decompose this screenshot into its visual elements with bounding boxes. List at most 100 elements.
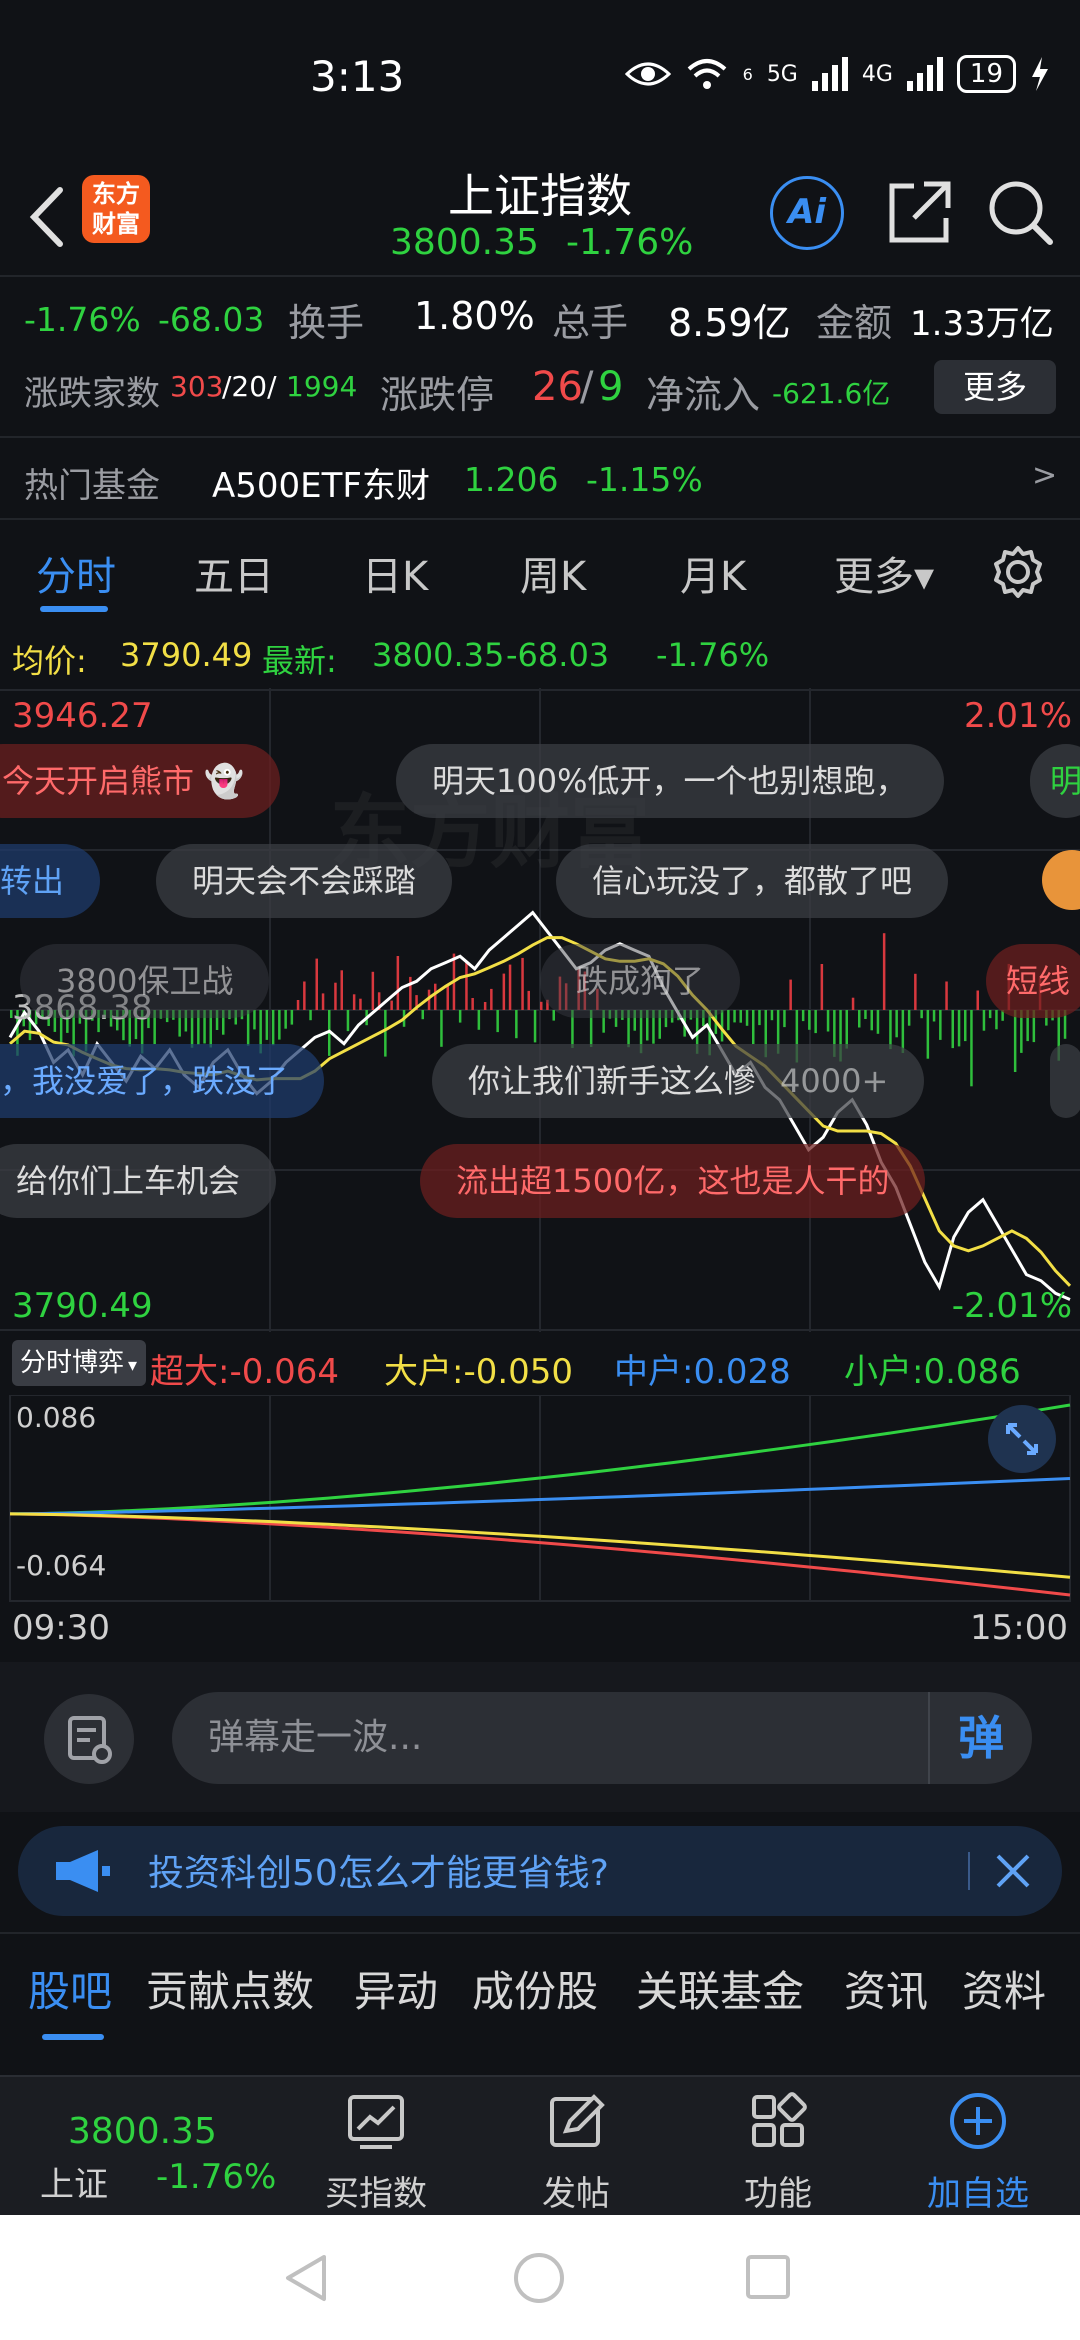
promo-text[interactable]: 投资科创50怎么才能更省钱? bbox=[148, 1844, 609, 1896]
volume-bar-down bbox=[346, 1010, 350, 1032]
danmaku-bubble[interactable]: 3800保卫战 bbox=[20, 944, 270, 1018]
volume-bar-down bbox=[951, 1010, 954, 1049]
volume-bar-down bbox=[533, 1010, 537, 1043]
expand-icon[interactable] bbox=[986, 1403, 1058, 1475]
volume-bar-down bbox=[964, 1010, 967, 1042]
volume-bar-down bbox=[982, 1010, 986, 1031]
danmaku-bubble[interactable]: 信心玩没了，都散了吧 bbox=[556, 844, 949, 918]
stat-amount-label: 金额 bbox=[816, 301, 893, 345]
tab-guba[interactable]: 股吧 bbox=[28, 1958, 112, 2019]
fund-flow-legend: 超大:-0.064 大户:-0.050 中户:0.028 小户:0.086 bbox=[0, 1336, 1080, 1392]
danmaku-input[interactable]: 弹幕走一波... bbox=[172, 1692, 1032, 1784]
volume-bar-down bbox=[440, 1010, 443, 1047]
stat-net-flow: -621.6亿 bbox=[772, 377, 891, 410]
volume-bar-down bbox=[284, 1010, 287, 1029]
volume-bar-up bbox=[820, 964, 824, 1010]
stats-row-1: -1.76% -68.03 换手 1.80% 总手 8.59亿 金额 1.33万… bbox=[0, 286, 1080, 356]
intraday-chart[interactable]: 东方财富 3946.27 2.01% 3868.38 3790.49 -2.01… bbox=[0, 688, 1080, 1332]
chart-icon bbox=[348, 2095, 404, 2149]
divider bbox=[968, 1852, 970, 1890]
bottom-nav: 3800.35 上证 -1.76% 买指数 发帖 功能 加自选 bbox=[0, 2075, 1080, 2215]
nav-post[interactable]: 发帖 bbox=[506, 2091, 646, 2215]
tab-related-funds[interactable]: 关联基金 bbox=[636, 1958, 804, 2019]
fund-flow-svg bbox=[9, 1395, 1071, 1602]
tab-intraday[interactable]: 分时 bbox=[36, 544, 116, 602]
close-icon[interactable] bbox=[994, 1852, 1032, 1890]
danmaku-bubble[interactable]: 今天开启熊市 👻 bbox=[0, 744, 281, 818]
volume-bar-up bbox=[976, 990, 979, 1010]
danmaku-bubble[interactable]: ，我没爱了，跌没了 bbox=[0, 1044, 325, 1118]
latest-value: 3800.35 bbox=[372, 636, 505, 674]
time-end-label: 15:00 bbox=[970, 1608, 1068, 1648]
danmaku-bubble[interactable]: 转出 bbox=[0, 844, 101, 918]
flow-min-label: -0.064 bbox=[16, 1549, 107, 1582]
nav-functions[interactable]: 功能 bbox=[708, 2091, 848, 2215]
tab-weekly-k[interactable]: 周K bbox=[520, 544, 586, 602]
danmaku-bubble[interactable] bbox=[1050, 1044, 1080, 1118]
settings-gear-icon[interactable] bbox=[990, 544, 1046, 600]
volume-bar-up bbox=[521, 957, 524, 1010]
nav-add-watchlist[interactable]: 加自选 bbox=[908, 2091, 1048, 2215]
hot-fund-row[interactable]: 热门基金 A500ETF东财 1.206 -1.15% > bbox=[0, 440, 1080, 516]
tab-movement[interactable]: 异动 bbox=[354, 1958, 438, 2019]
tab-five-day[interactable]: 五日 bbox=[194, 544, 274, 602]
share-icon[interactable] bbox=[884, 178, 954, 248]
stat-limit-label: 涨跌停 bbox=[380, 373, 495, 417]
danmaku-bubble[interactable]: 明天会不会踩踏 bbox=[156, 844, 453, 918]
stat-turnover-label: 换手 bbox=[288, 301, 365, 345]
more-stats-button[interactable]: 更多 bbox=[934, 360, 1056, 414]
volume-bar-down bbox=[739, 1010, 742, 1023]
danmaku-settings-icon[interactable] bbox=[44, 1694, 134, 1784]
hot-fund-label: 热门基金 bbox=[24, 466, 160, 506]
app-logo[interactable]: 东方财富 bbox=[82, 175, 150, 243]
nav-price: 3800.35 bbox=[68, 2111, 217, 2152]
promo-banner[interactable]: 投资科创50怎么才能更省钱? bbox=[18, 1826, 1062, 1916]
volume-bar-up bbox=[490, 988, 493, 1010]
stat-net-flow-label: 净流入 bbox=[646, 373, 761, 417]
volume-bar-down bbox=[477, 1010, 481, 1030]
search-icon[interactable] bbox=[984, 176, 1056, 248]
wifi-icon bbox=[687, 59, 726, 89]
danmaku-text: 明天100%低开，一个也别想跑， bbox=[432, 762, 908, 800]
tab-contribution[interactable]: 贡献点数 bbox=[146, 1958, 314, 2019]
index-quote-summary[interactable]: 3800.35 上证 -1.76% bbox=[0, 2077, 300, 2217]
system-back-icon[interactable] bbox=[282, 2253, 332, 2303]
danmaku-bubble[interactable]: 流出超1500亿，这也是人干的 bbox=[420, 1144, 926, 1218]
volume-bar-down bbox=[727, 1010, 730, 1031]
header: 上证指数 东方财富 3800.35 -1.76% Ai bbox=[0, 160, 1080, 275]
tab-news[interactable]: 资讯 bbox=[844, 1958, 928, 2019]
danmaku-send-button[interactable]: 弹 bbox=[928, 1692, 1032, 1784]
tab-monthly-k[interactable]: 月K bbox=[680, 544, 746, 602]
add-circle-icon bbox=[950, 2093, 1006, 2149]
volume-bar-down bbox=[858, 1010, 861, 1028]
volume-bar-down bbox=[801, 1010, 805, 1022]
danmaku-text: 明 bbox=[1050, 762, 1080, 800]
tab-daily-k[interactable]: 日K bbox=[362, 544, 428, 602]
danmaku-bubble[interactable]: 你让我们新手这么慘 4000+ bbox=[432, 1044, 925, 1118]
tab-more[interactable]: 更多▾ bbox=[834, 544, 934, 602]
system-recents-icon[interactable] bbox=[744, 2253, 792, 2301]
system-home-icon[interactable] bbox=[512, 2251, 566, 2305]
danmaku-input-bar: 弹幕走一波... 弹 bbox=[0, 1662, 1080, 1812]
fund-flow-chart[interactable]: 0.086 -0.064 bbox=[0, 1395, 1080, 1605]
hot-fund-arrow-icon[interactable]: > bbox=[1032, 458, 1057, 493]
status-bar: 3:13 6 5G 4G 19 bbox=[0, 0, 1080, 160]
danmaku-bubble[interactable]: 给你们上车机会 bbox=[0, 1144, 277, 1218]
tab-constituents[interactable]: 成份股 bbox=[472, 1958, 598, 2019]
volume-bar-down bbox=[770, 1010, 774, 1021]
flow-type-select[interactable]: 分时博弈 ▾ bbox=[12, 1340, 146, 1386]
volume-bar-down bbox=[845, 1010, 848, 1049]
hot-fund-name[interactable]: A500ETF东财 bbox=[212, 458, 430, 507]
volume-bar-up bbox=[371, 971, 375, 1010]
nav-buy-index[interactable]: 买指数 bbox=[306, 2091, 446, 2215]
volume-bar-down bbox=[939, 1010, 942, 1040]
danmaku-bubble[interactable]: 明天100%低开，一个也别想跑， bbox=[396, 744, 944, 818]
volume-bar-up bbox=[390, 1000, 393, 1010]
danmaku-bubble[interactable]: 短线 bbox=[986, 944, 1080, 1018]
danmaku-bubble[interactable]: 跌成狗了 bbox=[540, 944, 741, 1018]
top-pct-label: 2.01% bbox=[963, 696, 1072, 736]
back-icon[interactable] bbox=[22, 182, 72, 252]
tab-profile[interactable]: 资料 bbox=[962, 1958, 1046, 2019]
ai-assistant-icon[interactable]: Ai bbox=[770, 176, 844, 250]
volume-bar-down bbox=[752, 1010, 755, 1045]
